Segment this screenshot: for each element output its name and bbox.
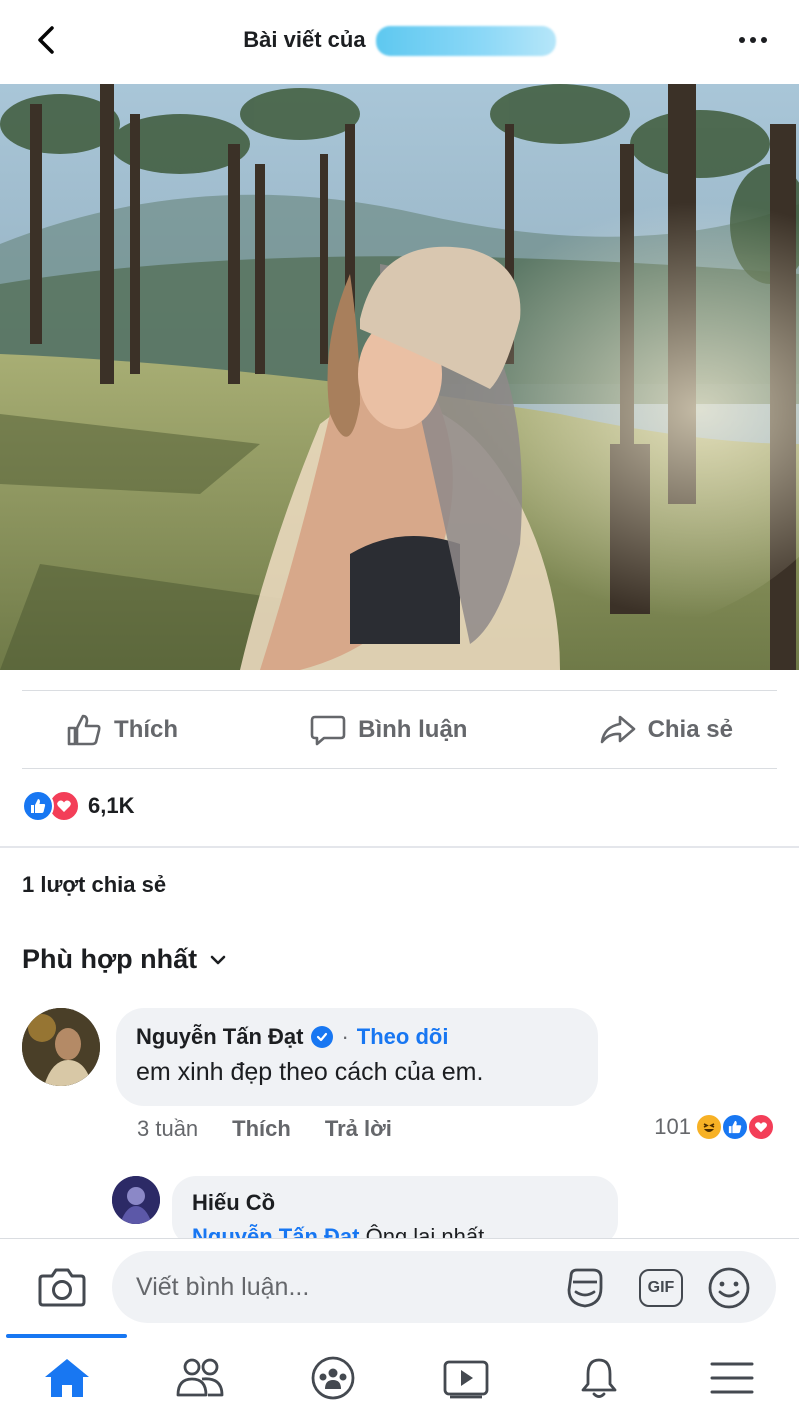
- avatar[interactable]: [112, 1176, 160, 1224]
- bottom-navigation: [0, 1334, 799, 1421]
- nav-menu[interactable]: [666, 1334, 799, 1421]
- comment-like-button[interactable]: Thích: [232, 1116, 291, 1142]
- reaction-summary[interactable]: 6,1K: [22, 790, 134, 822]
- comment-time: 3 tuần: [137, 1116, 199, 1141]
- chevron-down-icon: [210, 955, 226, 964]
- comment-sort-dropdown[interactable]: Phù hợp nhất: [22, 944, 227, 975]
- comment-header: Nguyễn Tấn Đạt · Theo dõi: [136, 1024, 578, 1050]
- share-button[interactable]: Chia sẻ: [600, 714, 733, 746]
- reaction-icons: [22, 790, 80, 822]
- commenter-avatar-image: [22, 1008, 100, 1086]
- hamburger-menu-icon: [710, 1362, 754, 1393]
- comment-label: Bình luận: [358, 716, 468, 743]
- forest-portrait-image: [0, 84, 799, 670]
- nav-home[interactable]: [0, 1334, 133, 1421]
- like-reaction-icon: [721, 1113, 749, 1141]
- verified-badge-icon: [311, 1026, 334, 1048]
- page-title: Bài viết của: [0, 26, 799, 56]
- video-play-icon: [443, 1360, 489, 1398]
- comment-bubble: Nguyễn Tấn Đạt · Theo dõi em xinh đẹp th…: [116, 1008, 598, 1106]
- nav-watch[interactable]: [400, 1334, 533, 1421]
- follow-button[interactable]: Theo dõi: [357, 1024, 449, 1050]
- haha-reaction-icon: [695, 1113, 723, 1141]
- post-actions: Thích Bình luận Chia sẻ: [0, 692, 799, 768]
- reply-author[interactable]: Hiếu Cồ: [192, 1190, 598, 1216]
- camera-button[interactable]: [34, 1261, 90, 1313]
- comment-text: em xinh đẹp theo cách của em.: [136, 1058, 484, 1086]
- more-horizontal-icon: [739, 37, 745, 43]
- avatar-sticker-button[interactable]: [562, 1265, 608, 1311]
- emoji-button[interactable]: [706, 1265, 752, 1311]
- more-options-button[interactable]: [733, 24, 773, 56]
- share-arrow-icon: [600, 715, 635, 744]
- avatar[interactable]: [22, 1008, 100, 1086]
- divider: [22, 768, 777, 769]
- reply-bubble: Hiếu Cồ Nguyễn Tấn Đạt Ông lại nhất: [172, 1176, 618, 1246]
- sort-label: Phù hợp nhất: [22, 944, 198, 974]
- comment-composer: GIF: [0, 1238, 799, 1334]
- groups-icon: [311, 1356, 355, 1399]
- bell-icon: [581, 1358, 617, 1398]
- share-label: Chia sẻ: [647, 716, 733, 743]
- home-icon: [44, 1358, 89, 1397]
- love-reaction-icon: [747, 1113, 775, 1141]
- gif-button[interactable]: GIF: [638, 1265, 684, 1311]
- like-button[interactable]: Thích: [66, 713, 178, 747]
- comment-author[interactable]: Nguyễn Tấn Đạt: [136, 1024, 303, 1050]
- friends-icon: [176, 1358, 224, 1396]
- redacted-name: [375, 26, 556, 56]
- like-reaction-icon: [22, 790, 54, 822]
- comment-input[interactable]: [136, 1251, 556, 1323]
- section-separator: [0, 846, 799, 848]
- nav-notifications[interactable]: [533, 1334, 666, 1421]
- divider: [22, 690, 777, 691]
- share-count[interactable]: 1 lượt chia sẻ: [22, 872, 166, 898]
- thumbs-up-icon: [67, 714, 101, 746]
- comment-meta: 3 tuần Thích Trả lời: [137, 1116, 392, 1142]
- nav-friends[interactable]: [133, 1334, 266, 1421]
- comment-reactions[interactable]: 101: [654, 1113, 775, 1141]
- comment-input-container: GIF: [112, 1251, 776, 1323]
- post-photo[interactable]: [0, 84, 799, 670]
- reply-avatar-image: [112, 1176, 160, 1224]
- page-title-text: Bài viết của: [243, 26, 366, 52]
- comment-reply-button[interactable]: Trả lời: [325, 1116, 392, 1142]
- comment-button[interactable]: Bình luận: [310, 713, 467, 747]
- smiley-icon: [708, 1267, 750, 1309]
- camera-icon: [38, 1268, 86, 1307]
- avatar-sticker-icon: [567, 1268, 603, 1308]
- comment-bubble-icon: [310, 715, 346, 746]
- nav-groups[interactable]: [266, 1334, 399, 1421]
- like-label: Thích: [114, 716, 179, 743]
- comment-reaction-count: 101: [654, 1114, 691, 1139]
- reaction-count: 6,1K: [88, 793, 135, 818]
- top-header: Bài viết của: [0, 0, 799, 84]
- gif-icon: GIF: [639, 1269, 683, 1307]
- separator-dot: ·: [341, 1024, 349, 1049]
